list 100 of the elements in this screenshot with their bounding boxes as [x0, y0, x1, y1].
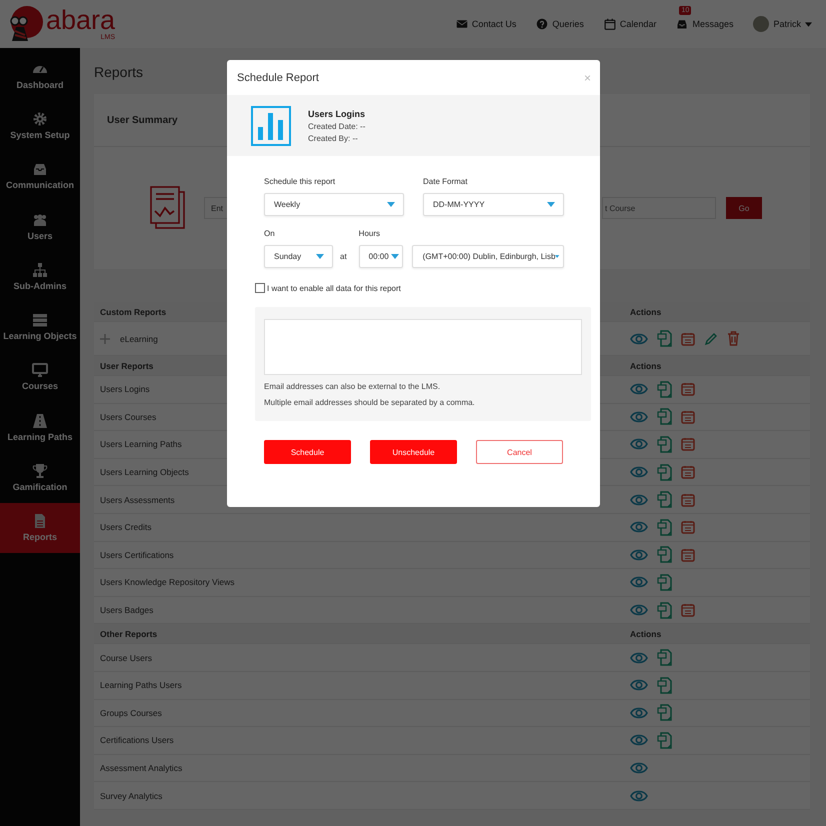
eye-icon[interactable] [630, 548, 648, 561]
calendar-icon[interactable] [681, 332, 695, 346]
report-name[interactable]: Learning Paths Users [100, 680, 182, 690]
sidebar-label: Courses [22, 381, 58, 392]
sidebar-label: Sub-Admins [14, 280, 66, 291]
report-name[interactable]: Users Logins [100, 384, 150, 394]
sidebar-label: System Setup [10, 130, 70, 140]
day-select[interactable]: Sunday [264, 245, 333, 268]
report-name[interactable]: eLearning [120, 334, 158, 344]
sidebar-item[interactable]: Reports [0, 502, 80, 553]
export-file-icon[interactable] [657, 464, 672, 481]
export-file-icon[interactable] [657, 602, 672, 619]
eye-icon[interactable] [630, 466, 648, 478]
date-format-select[interactable]: DD-MM-YYYY [423, 193, 564, 216]
sidebar-item[interactable]: Communication [0, 150, 80, 201]
report-name[interactable]: Certifications Users [100, 735, 174, 746]
calendar-icon[interactable] [681, 520, 695, 534]
export-file-icon[interactable] [657, 380, 672, 398]
export-file-icon[interactable] [657, 574, 672, 591]
report-name[interactable]: Survey Analytics [100, 790, 162, 801]
eye-icon[interactable] [630, 604, 648, 616]
eye-icon[interactable] [630, 521, 648, 534]
go-button[interactable]: Go [726, 197, 762, 219]
export-file-icon[interactable] [657, 436, 672, 453]
export-file-icon[interactable] [657, 732, 672, 749]
export-file-icon[interactable] [657, 330, 672, 347]
nav-link[interactable]: Patrick [753, 16, 812, 32]
report-name[interactable]: Users Credits [100, 522, 152, 532]
export-file-icon[interactable] [657, 676, 672, 694]
hour-select[interactable]: 00:00 [358, 245, 403, 268]
document-icon [32, 513, 48, 530]
email-field[interactable] [264, 319, 582, 375]
eye-icon[interactable] [630, 762, 648, 774]
sidebar-item[interactable]: Learning Objects [0, 301, 80, 352]
calendar-icon[interactable] [681, 492, 695, 507]
sidebar-label: Users [27, 230, 53, 241]
report-name[interactable]: Users Assessments [100, 494, 175, 505]
card-title: User Summary [107, 114, 178, 126]
sidebar-label: Reports [22, 532, 57, 542]
report-name[interactable]: Course Users [100, 652, 152, 663]
sidebar-item[interactable]: Learning Paths [0, 402, 80, 452]
move-handle-icon[interactable] [100, 334, 110, 344]
nav-link[interactable]: Calendar [604, 18, 656, 30]
sidebar-item[interactable]: Gamification [0, 452, 80, 503]
calendar-icon[interactable] [681, 382, 695, 396]
eye-icon[interactable] [630, 383, 648, 396]
cancel-button[interactable]: Cancel [476, 440, 563, 464]
stack-icon [32, 312, 48, 328]
eye-icon[interactable] [630, 706, 648, 719]
report-name[interactable]: Users Certifications [100, 550, 174, 560]
trophy-icon [32, 463, 48, 480]
export-file-icon[interactable] [657, 408, 672, 426]
eye-icon[interactable] [630, 332, 648, 344]
eye-icon[interactable] [630, 790, 648, 802]
export-file-icon[interactable] [657, 518, 672, 536]
checkbox-label[interactable]: I want to enable all data for this report [267, 284, 401, 292]
eye-icon[interactable] [630, 652, 648, 664]
calendar-icon[interactable] [681, 437, 695, 452]
report-name[interactable]: Users Courses [100, 412, 156, 422]
calendar-icon[interactable] [681, 465, 695, 480]
report-name[interactable]: Users Learning Objects [100, 467, 189, 478]
eye-icon[interactable] [630, 734, 648, 746]
pencil-icon[interactable] [704, 332, 718, 346]
export-file-icon[interactable] [657, 704, 672, 722]
action-button[interactable]: Unschedule [370, 440, 457, 464]
report-name[interactable]: Assessment Analytics [100, 763, 182, 774]
report-name[interactable]: Groups Courses [100, 708, 162, 718]
column-heading: Actions [630, 306, 662, 316]
checkbox[interactable] [255, 283, 265, 293]
calendar-icon[interactable] [681, 410, 695, 424]
trash-icon[interactable] [727, 331, 740, 346]
report-name[interactable]: Users Learning Paths [100, 439, 182, 450]
caret-icon [316, 254, 324, 259]
eye-icon[interactable] [630, 494, 648, 506]
calendar-icon[interactable] [681, 603, 695, 618]
report-name[interactable]: Users Knowledge Repository Views [100, 577, 234, 588]
help-text: Multiple email addresses should be separated by a comma. [264, 398, 476, 407]
eye-icon[interactable] [630, 410, 648, 423]
action-button[interactable]: Schedule [264, 440, 351, 464]
eye-icon[interactable] [630, 576, 648, 588]
export-file-icon[interactable] [657, 649, 672, 666]
export-file-icon[interactable] [657, 491, 672, 508]
sidebar-item[interactable]: System Setup [0, 100, 80, 151]
timezone-select[interactable]: (GMT+00:00) Dublin, Edinburgh, Lisb [412, 245, 564, 268]
close-button[interactable]: × [584, 70, 591, 84]
sidebar-item[interactable]: Users [0, 200, 80, 252]
nav-link[interactable]: Contact Us [456, 18, 516, 30]
calendar-icon[interactable] [681, 548, 695, 562]
eye-icon[interactable] [630, 438, 648, 450]
report-name[interactable]: Users Badges [100, 605, 154, 616]
nav-link[interactable]: Queries [536, 18, 584, 30]
nav-label: Calendar [620, 19, 656, 29]
frequency-select[interactable]: Weekly [264, 193, 404, 216]
sidebar-item[interactable]: Dashboard [0, 50, 80, 100]
eye-icon[interactable] [630, 679, 648, 692]
sidebar-item[interactable]: Sub-Admins [0, 251, 80, 302]
sidebar-item[interactable]: Courses [0, 352, 80, 402]
course-field[interactable]: t Course [602, 197, 716, 219]
export-file-icon[interactable] [657, 546, 672, 564]
section-title: User Reports [100, 360, 154, 370]
